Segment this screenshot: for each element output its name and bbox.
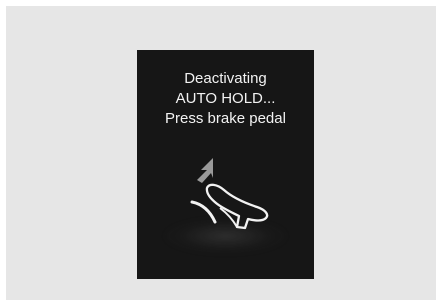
illustration-frame: Deactivating AUTO HOLD... Press brake pe… (6, 6, 436, 300)
instrument-cluster-display: Deactivating AUTO HOLD... Press brake pe… (137, 50, 314, 279)
message-line-3: Press brake pedal (165, 110, 286, 127)
auto-hold-message: Deactivating AUTO HOLD... Press brake pe… (137, 69, 314, 129)
message-line-2: AUTO HOLD... (175, 90, 276, 107)
foot-pressing-brake-pedal-icon (190, 158, 269, 230)
message-line-1: Deactivating (184, 70, 267, 87)
press-arrow-icon (197, 158, 213, 183)
brake-pedal-arc (190, 200, 217, 224)
